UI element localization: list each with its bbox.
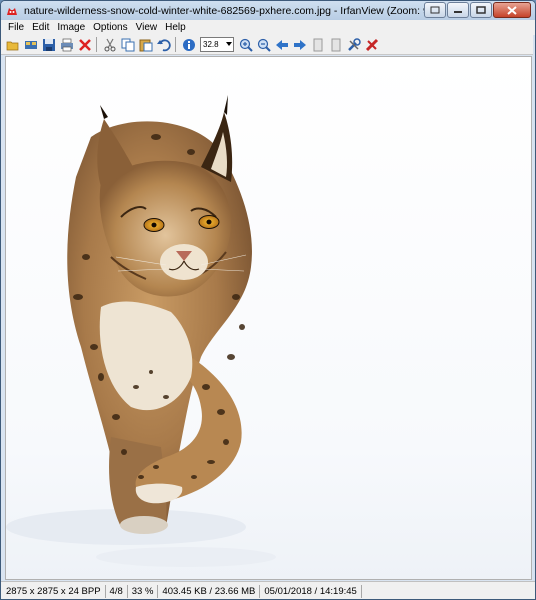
previous-button[interactable] xyxy=(274,37,290,53)
irfanview-cat-icon xyxy=(7,7,17,15)
exit-button[interactable] xyxy=(364,37,380,53)
menu-image[interactable]: Image xyxy=(53,22,89,33)
cut-icon xyxy=(104,38,116,51)
status-bar: 2875 x 2875 x 24 BPP 4/8 33 % 403.45 KB … xyxy=(1,581,535,599)
toolbar: 32.8 xyxy=(1,35,535,55)
save-icon xyxy=(43,38,55,51)
zoom-value: 32.8 xyxy=(203,40,219,49)
status-dimensions: 2875 x 2875 x 24 BPP xyxy=(1,584,106,598)
first-page-button[interactable] xyxy=(310,37,326,53)
zoom-out-button[interactable] xyxy=(256,37,272,53)
irfanview-window: nature-wilderness-snow-cold-winter-white… xyxy=(0,0,536,600)
image-viewport[interactable] xyxy=(5,56,532,580)
menu-options[interactable]: Options xyxy=(89,22,131,33)
zoom-combobox[interactable]: 32.8 xyxy=(200,37,234,52)
properties-icon xyxy=(348,37,361,51)
previous-icon xyxy=(276,39,288,50)
paste-button[interactable] xyxy=(138,37,154,53)
info-icon xyxy=(183,38,195,51)
thumbnails-button[interactable] xyxy=(23,37,39,53)
minimize-button[interactable] xyxy=(447,2,469,18)
cut-button[interactable] xyxy=(102,37,118,53)
status-index: 4/8 xyxy=(106,584,128,598)
menu-edit[interactable]: Edit xyxy=(28,22,53,33)
next-icon xyxy=(294,39,306,50)
maximize-icon xyxy=(476,6,486,14)
title-bar[interactable]: nature-wilderness-snow-cold-winter-white… xyxy=(1,1,535,20)
window-title: nature-wilderness-snow-cold-winter-white… xyxy=(24,4,429,17)
copy-button[interactable] xyxy=(120,37,136,53)
window-extra-button[interactable] xyxy=(424,2,446,18)
maximize-button[interactable] xyxy=(470,2,492,18)
undo-icon xyxy=(157,39,171,51)
open-folder-icon xyxy=(6,41,19,50)
menu-bar: File Edit Image Options View Help xyxy=(1,20,535,35)
copy-icon xyxy=(121,38,135,51)
close-button[interactable] xyxy=(493,2,531,18)
delete-button[interactable] xyxy=(77,37,93,53)
chevron-down-icon[interactable] xyxy=(226,42,232,46)
menu-help[interactable]: Help xyxy=(161,22,190,33)
close-icon xyxy=(507,5,517,15)
paste-icon xyxy=(139,39,153,51)
save-button[interactable] xyxy=(41,37,57,53)
status-filesize: 403.45 KB / 23.66 MB xyxy=(158,584,261,598)
last-page-button[interactable] xyxy=(328,37,344,53)
zoom-in-button[interactable] xyxy=(238,37,254,53)
zoom-out-icon xyxy=(257,38,271,52)
toolbar-separator xyxy=(96,37,97,52)
delete-icon xyxy=(79,38,91,51)
status-zoom: 33 % xyxy=(128,584,159,598)
open-button[interactable] xyxy=(5,37,21,53)
status-datetime: 05/01/2018 / 14:19:45 xyxy=(260,584,362,598)
undo-button[interactable] xyxy=(156,37,172,53)
menu-file[interactable]: File xyxy=(4,22,28,33)
print-icon xyxy=(61,38,73,51)
menu-view[interactable]: View xyxy=(132,22,162,33)
restore-layout-icon xyxy=(430,6,440,14)
last-page-icon xyxy=(331,38,341,51)
toolbar-separator xyxy=(175,37,176,52)
print-button[interactable] xyxy=(59,37,75,53)
thumbnails-icon xyxy=(25,40,37,49)
info-button[interactable] xyxy=(181,37,197,53)
zoom-in-icon xyxy=(239,38,253,52)
first-page-icon xyxy=(313,38,323,51)
next-button[interactable] xyxy=(292,37,308,53)
properties-button[interactable] xyxy=(346,37,362,53)
minimize-icon xyxy=(454,11,462,13)
exit-icon xyxy=(365,38,379,51)
lynx-photo xyxy=(6,57,531,579)
